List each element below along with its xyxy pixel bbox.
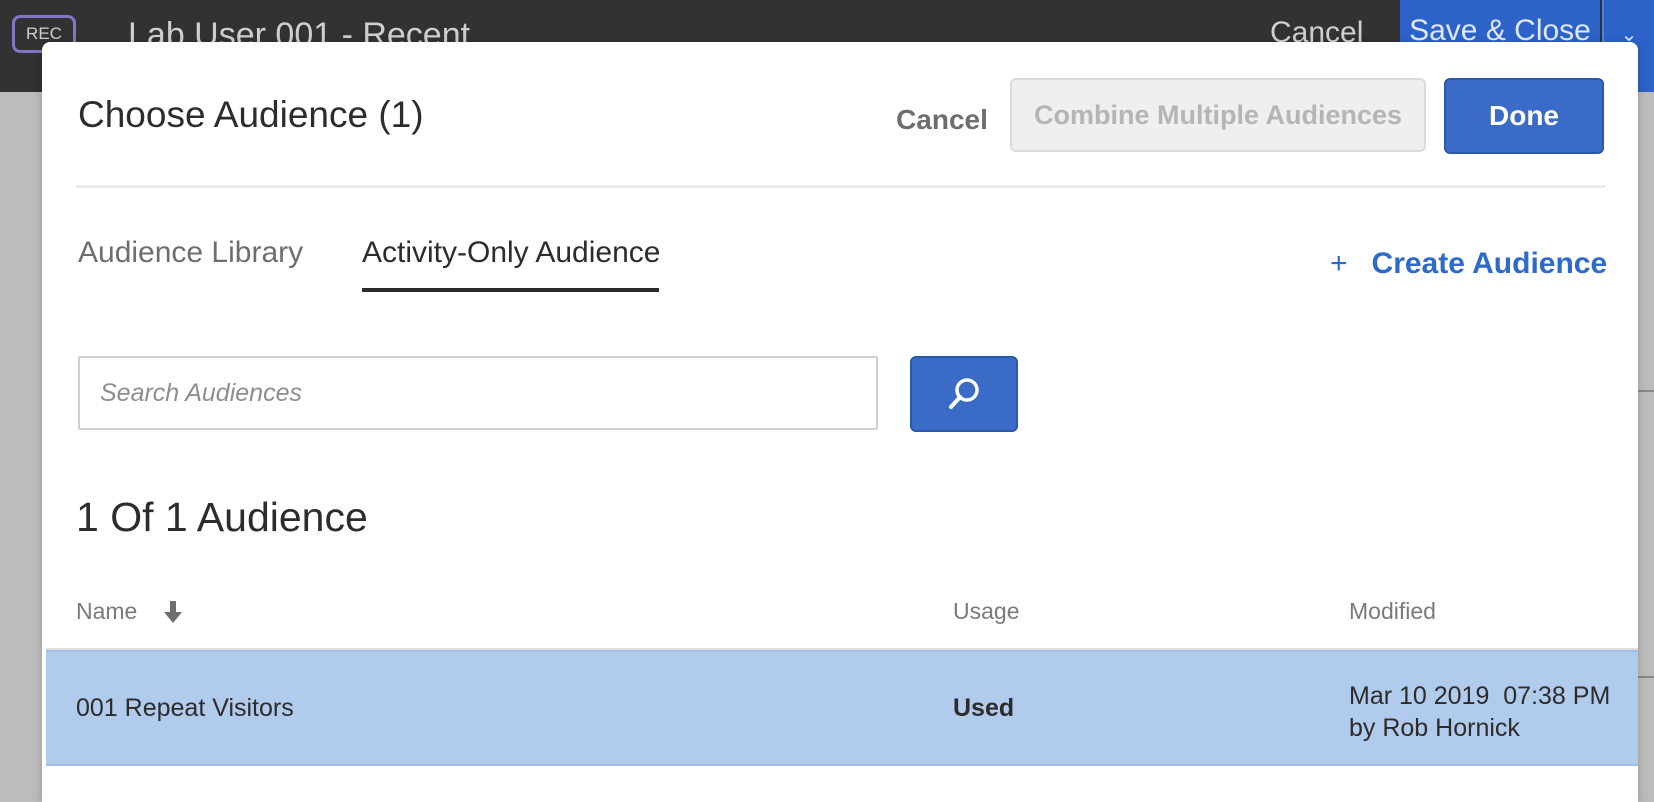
column-header-name[interactable]: Name: [76, 598, 183, 625]
sort-descending-icon: [164, 600, 183, 623]
choose-audience-dialog: Choose Audience (1) Cancel Combine Multi…: [42, 42, 1638, 802]
column-header-usage[interactable]: Usage: [953, 598, 1019, 625]
done-button[interactable]: Done: [1444, 78, 1604, 154]
search-input[interactable]: [78, 356, 878, 430]
modified-by: by Rob Hornick: [1349, 714, 1520, 742]
result-count: 1 Of 1 Audience: [76, 494, 368, 540]
header-divider: [76, 185, 1606, 188]
audience-name: 001 Repeat Visitors: [76, 694, 294, 722]
search-button[interactable]: [910, 356, 1018, 432]
column-header-name-label: Name: [76, 598, 138, 624]
create-audience-link[interactable]: + Create Audience: [1330, 247, 1607, 281]
cancel-button[interactable]: Cancel: [872, 83, 1012, 157]
dialog-title: Choose Audience (1): [78, 94, 424, 135]
active-tab-indicator: [362, 288, 659, 292]
audience-modified: Mar 10 2019 07:38 PM by Rob Hornick: [1349, 680, 1610, 744]
tab-activity-only-audience[interactable]: Activity-Only Audience: [362, 236, 660, 270]
create-audience-label: Create Audience: [1371, 247, 1608, 280]
column-header-modified[interactable]: Modified: [1349, 598, 1436, 625]
search-icon: [949, 378, 979, 409]
audience-usage: Used: [953, 694, 1015, 722]
plus-icon: +: [1330, 247, 1348, 280]
tab-audience-library[interactable]: Audience Library: [78, 236, 303, 270]
modified-date: Mar 10 2019 07:38 PM: [1349, 682, 1611, 710]
combine-multiple-audiences-button[interactable]: Combine Multiple Audiences: [1010, 78, 1426, 152]
table-row[interactable]: 001 Repeat Visitors Used Mar 10 2019 07:…: [46, 650, 1638, 766]
